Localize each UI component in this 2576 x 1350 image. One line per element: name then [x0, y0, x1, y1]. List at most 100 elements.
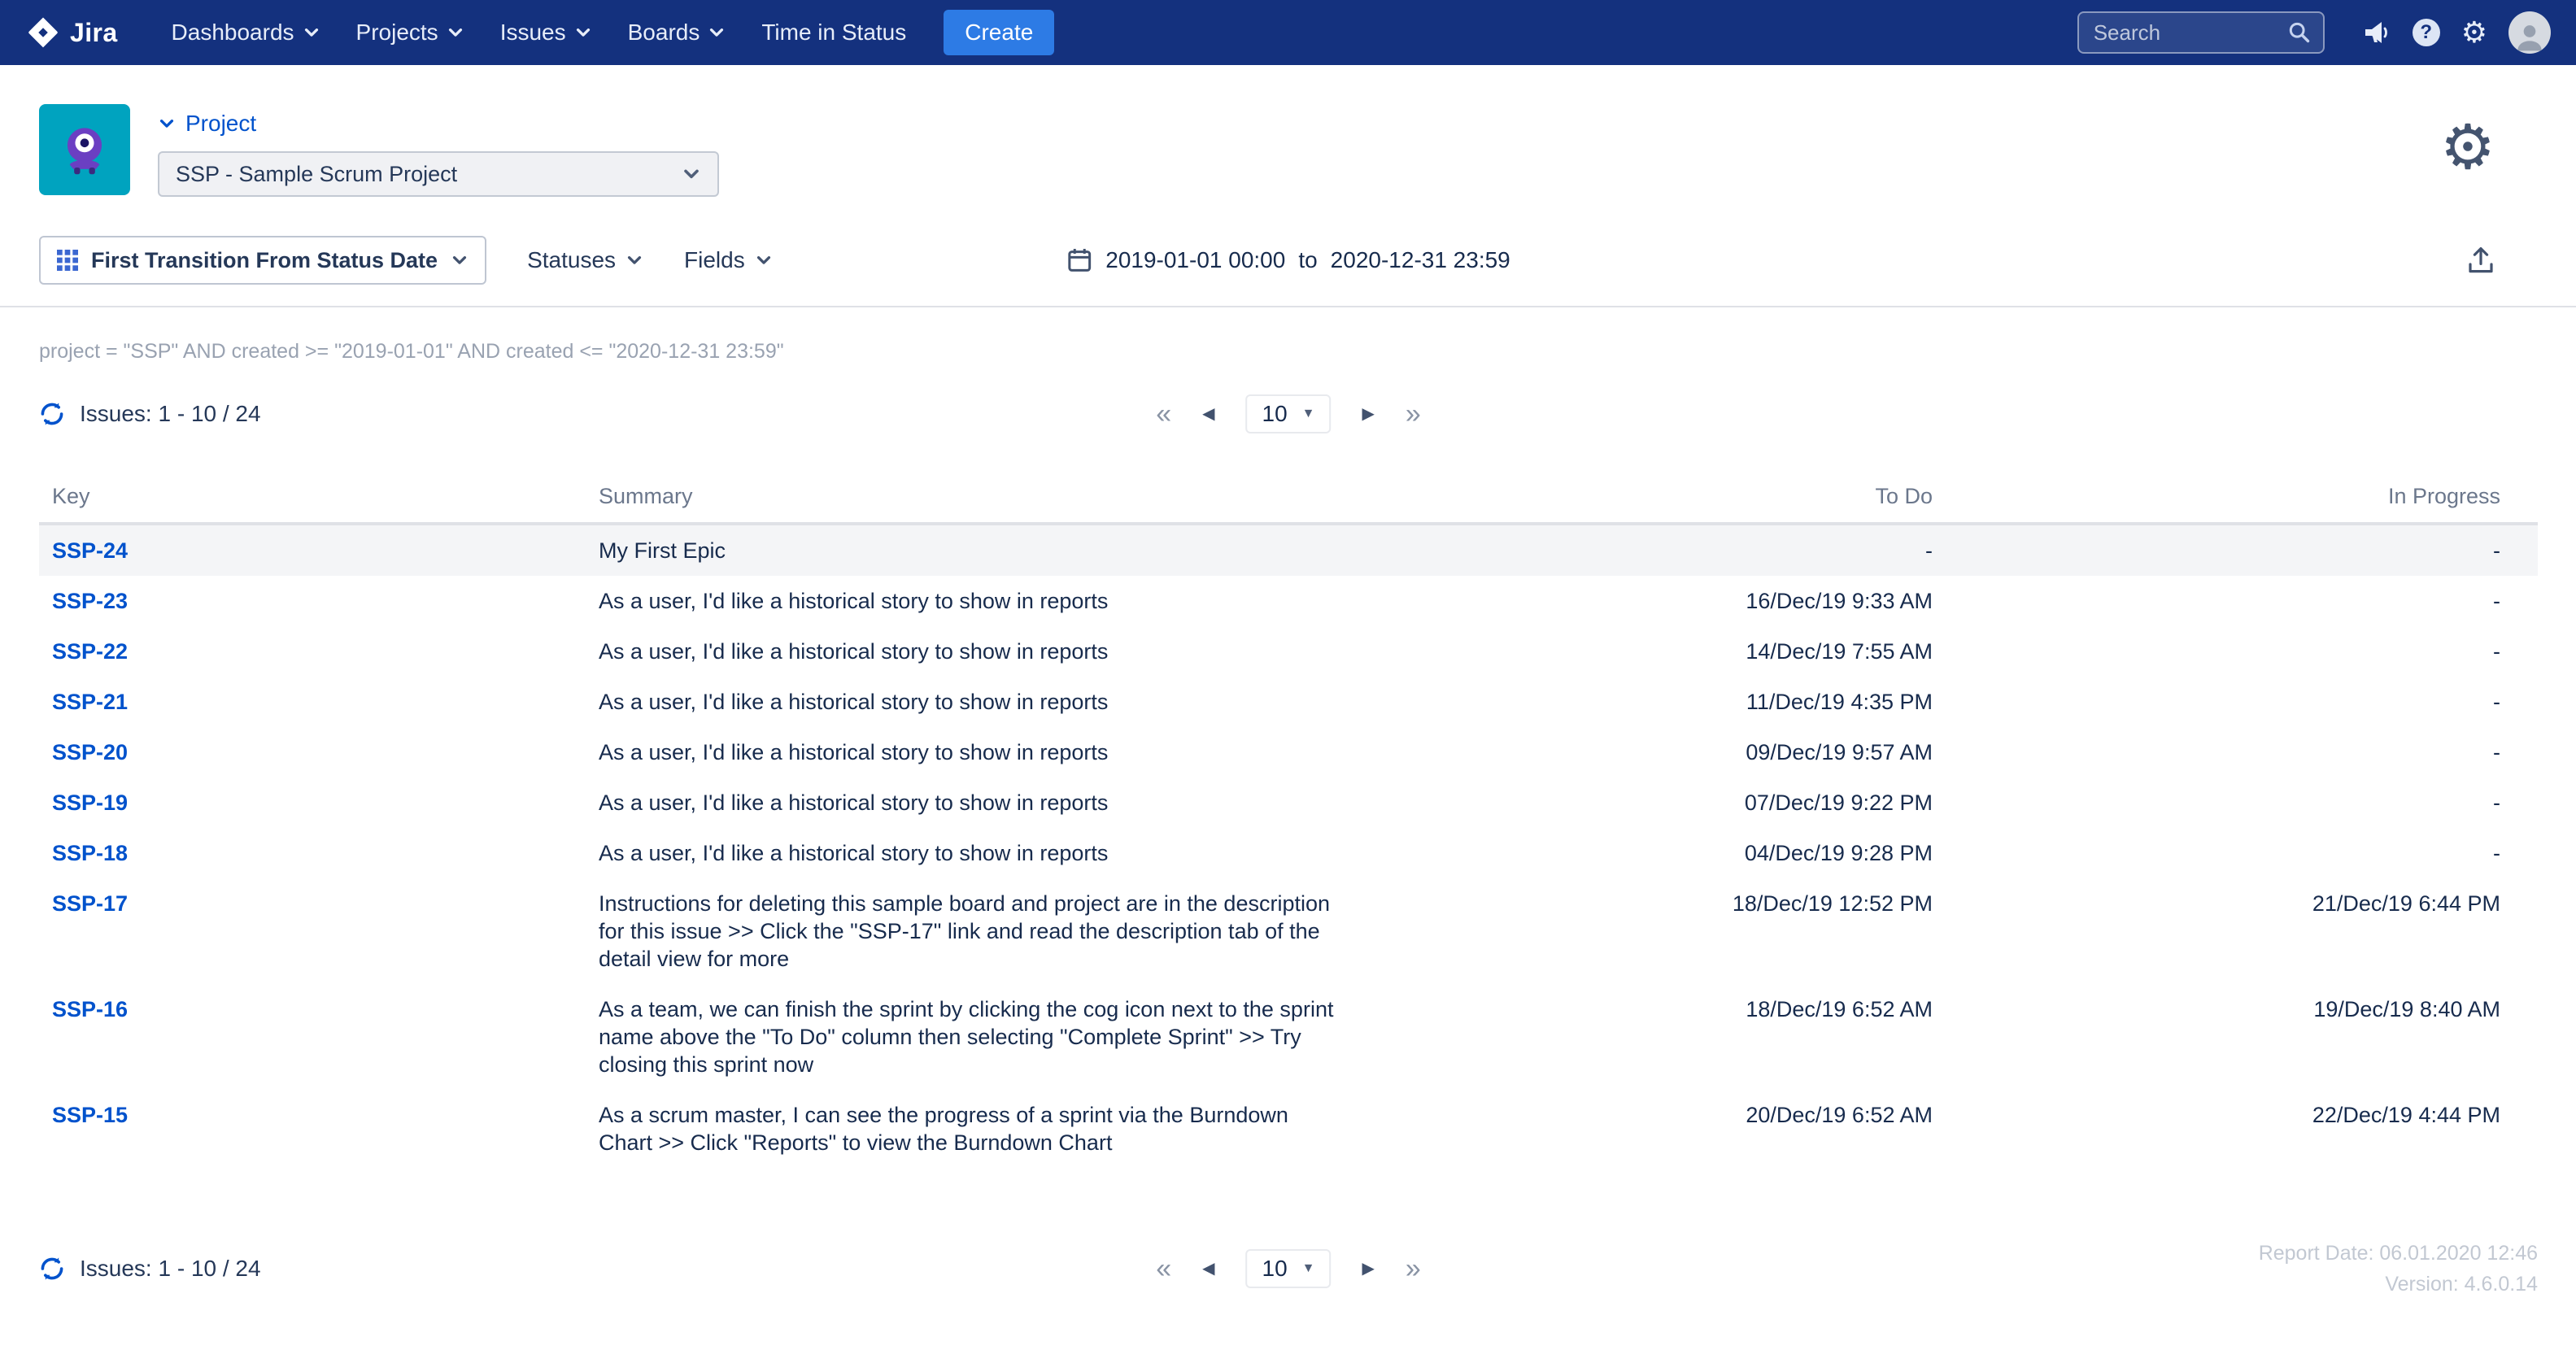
last-page-button[interactable] [1406, 1255, 1421, 1282]
nav-time-in-status[interactable]: Time in Status [743, 0, 924, 65]
report-version: Version: 4.6.0.14 [2259, 1269, 2538, 1300]
chevron-down-icon [755, 251, 773, 269]
brand-name: Jira [70, 18, 118, 48]
issue-key-link[interactable]: SSP-16 [52, 997, 128, 1021]
search-input[interactable] [2090, 19, 2287, 47]
nav-dashboards[interactable]: Dashboards [154, 0, 338, 65]
col-inprogress: In Progress [1946, 471, 2538, 524]
search-box[interactable] [2077, 11, 2325, 54]
admin-settings-icon[interactable] [2461, 18, 2487, 47]
inprogress-value: - [1946, 777, 2538, 828]
create-button[interactable]: Create [944, 10, 1054, 55]
refresh-icon[interactable] [39, 401, 65, 427]
issue-key-link[interactable]: SSP-23 [52, 589, 128, 613]
issue-summary: As a user, I'd like a historical story t… [599, 688, 1347, 716]
pagination-top: 10 [1156, 394, 1421, 433]
issue-summary: As a scrum master, I can see the progres… [599, 1101, 1347, 1156]
dropdown-triangle-icon [1302, 407, 1315, 421]
fields-dropdown[interactable]: Fields [684, 247, 773, 273]
report-type-button[interactable]: First Transition From Status Date [39, 236, 486, 285]
todo-value: 09/Dec/19 9:57 AM [1360, 727, 1946, 777]
project-select[interactable]: SSP - Sample Scrum Project [158, 151, 719, 197]
top-navbar: Jira Dashboards Projects Issues Boards T… [0, 0, 2576, 65]
issue-summary: As a user, I'd like a historical story t… [599, 839, 1347, 867]
announcements-icon[interactable] [2362, 18, 2391, 47]
jira-home-link[interactable]: Jira [26, 15, 118, 50]
issue-summary: As a user, I'd like a historical story t… [599, 738, 1347, 766]
col-key: Key [39, 471, 586, 524]
date-to-label: to [1298, 247, 1317, 273]
chevron-down-icon [682, 164, 701, 184]
nav-label: Issues [500, 20, 566, 46]
nav-label: Projects [356, 20, 438, 46]
help-icon[interactable] [2413, 19, 2440, 46]
next-page-button[interactable] [1362, 1261, 1375, 1277]
issue-key-link[interactable]: SSP-15 [52, 1103, 128, 1127]
chevron-down-icon [447, 24, 464, 41]
inprogress-value: - [1946, 727, 2538, 777]
prev-page-button[interactable] [1202, 406, 1214, 422]
issue-key-link[interactable]: SSP-24 [52, 538, 128, 563]
table-row: SSP-22 As a user, I'd like a historical … [39, 626, 2538, 677]
project-label: Project [185, 111, 256, 137]
prev-page-button[interactable] [1202, 1261, 1214, 1277]
inprogress-value: - [1946, 626, 2538, 677]
jira-logo-icon [26, 15, 60, 50]
refresh-icon[interactable] [39, 1256, 65, 1282]
date-range-picker[interactable]: 2019-01-01 00:00 to 2020-12-31 23:59 [1066, 247, 1510, 273]
issue-key-link[interactable]: SSP-17 [52, 891, 128, 916]
chevron-down-icon [158, 115, 176, 133]
chevron-down-icon [574, 24, 592, 41]
page-size-select[interactable]: 10 [1246, 394, 1332, 433]
statuses-dropdown[interactable]: Statuses [527, 247, 643, 273]
table-row: SSP-16 As a team, we can finish the spri… [39, 984, 2538, 1090]
chevron-down-icon [451, 251, 469, 269]
page-size-select[interactable]: 10 [1246, 1249, 1332, 1288]
report-date: Report Date: 06.01.2020 12:46 [2259, 1238, 2538, 1269]
issue-key-link[interactable]: SSP-21 [52, 690, 128, 714]
time-in-status-table: Key Summary To Do In Progress SSP-24 My … [39, 471, 2538, 1168]
issue-key-link[interactable]: SSP-19 [52, 790, 128, 815]
project-header: Project SSP - Sample Scrum Project [0, 65, 2576, 236]
page-size-value: 10 [1262, 401, 1288, 427]
page-size-value: 10 [1262, 1256, 1288, 1282]
last-page-button[interactable] [1406, 400, 1421, 428]
table-row: SSP-23 As a user, I'd like a historical … [39, 576, 2538, 626]
user-avatar[interactable] [2508, 11, 2551, 54]
nav-projects[interactable]: Projects [338, 0, 482, 65]
todo-value: 20/Dec/19 6:52 AM [1360, 1090, 1946, 1168]
filter-toolbar: First Transition From Status Date Status… [0, 236, 2576, 306]
nav-boards[interactable]: Boards [610, 0, 744, 65]
report-settings-icon[interactable] [2440, 117, 2495, 179]
project-section-toggle[interactable]: Project [158, 104, 719, 137]
nav-issues[interactable]: Issues [482, 0, 610, 65]
col-summary: Summary [586, 471, 1360, 524]
inprogress-value: - [1946, 677, 2538, 727]
date-from: 2019-01-01 00:00 [1105, 247, 1285, 273]
issue-summary: As a team, we can finish the sprint by c… [599, 995, 1347, 1078]
todo-value: 18/Dec/19 12:52 PM [1360, 878, 1946, 984]
issues-bar-top: Issues: 1 - 10 / 24 10 [0, 390, 2576, 438]
first-page-button[interactable] [1156, 400, 1171, 428]
person-icon [2512, 18, 2548, 54]
export-button[interactable] [2466, 246, 2495, 275]
todo-value: 11/Dec/19 4:35 PM [1360, 677, 1946, 727]
inprogress-value: - [1946, 524, 2538, 576]
pagination-bottom: 10 [1156, 1249, 1421, 1288]
project-avatar-icon [49, 114, 120, 185]
issue-key-link[interactable]: SSP-20 [52, 740, 128, 764]
next-page-button[interactable] [1362, 406, 1375, 422]
issues-count-label: Issues: 1 - 10 / 24 [80, 401, 261, 427]
issue-key-link[interactable]: SSP-18 [52, 841, 128, 865]
inprogress-value: - [1946, 828, 2538, 878]
inprogress-value: - [1946, 576, 2538, 626]
issue-key-link[interactable]: SSP-22 [52, 639, 128, 664]
todo-value: 04/Dec/19 9:28 PM [1360, 828, 1946, 878]
jql-query-text: project = "SSP" AND created >= "2019-01-… [0, 307, 2576, 364]
issue-summary: As a user, I'd like a historical story t… [599, 587, 1347, 615]
grid-icon [57, 250, 78, 271]
project-avatar [39, 104, 130, 195]
table-row: SSP-15 As a scrum master, I can see the … [39, 1090, 2538, 1168]
first-page-button[interactable] [1156, 1255, 1171, 1282]
project-select-value: SSP - Sample Scrum Project [176, 162, 457, 187]
